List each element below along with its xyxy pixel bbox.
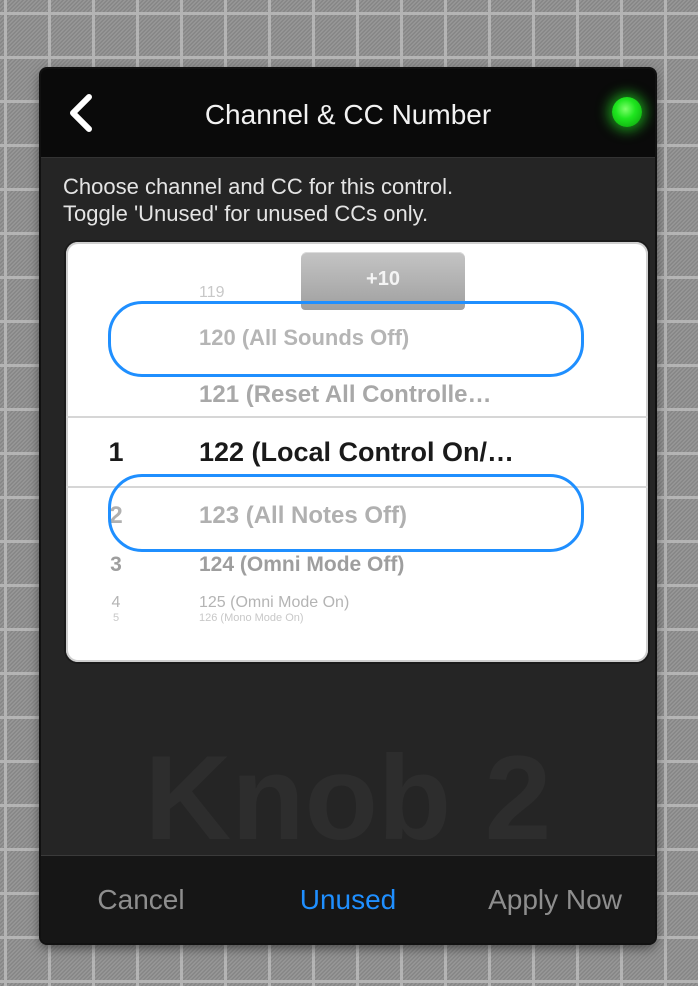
highlight-ring-all-notes-off xyxy=(108,474,584,552)
picker-row-selected[interactable]: 1 122 (Local Control On/… xyxy=(66,432,648,472)
picker-row[interactable]: 4 125 (Omni Mode On) xyxy=(66,592,648,614)
picker-row[interactable]: 5 126 (Mono Mode On) xyxy=(66,612,648,624)
picker-row[interactable]: 121 (Reset All Controlle… xyxy=(66,378,648,412)
status-led-icon xyxy=(612,97,642,127)
dialog-header: Channel & CC Number xyxy=(41,69,655,158)
channel-value: 5 xyxy=(112,612,120,624)
background-control-label: Knob 2 xyxy=(144,731,552,865)
cc-value: 124 (Omni Mode Off) xyxy=(199,553,405,576)
apply-now-button[interactable]: Apply Now xyxy=(455,856,655,943)
instructions-line-1: Choose channel and CC for this control. xyxy=(63,174,454,199)
highlight-ring-all-sounds-off xyxy=(108,301,584,377)
channel-value: 3 xyxy=(110,553,122,576)
cc-value: 122 (Local Control On/… xyxy=(199,437,515,467)
picker-row[interactable]: 3 124 (Omni Mode Off) xyxy=(66,550,648,580)
channel-value: 1 xyxy=(108,437,124,467)
instructions-line-2: Toggle 'Unused' for unused CCs only. xyxy=(63,201,429,226)
cancel-button[interactable]: Cancel xyxy=(41,856,241,943)
channel-value: 4 xyxy=(111,594,121,611)
back-button[interactable] xyxy=(59,91,103,135)
cc-value: 125 (Omni Mode On) xyxy=(199,594,350,611)
channel-cc-dialog: Channel & CC Number Choose channel and C… xyxy=(41,69,655,943)
channel-cc-picker[interactable]: +10 119 120 (All Sounds Off) 121 (Reset … xyxy=(66,242,648,662)
cc-value: 126 (Mono Mode On) xyxy=(199,612,304,624)
dialog-title: Channel & CC Number xyxy=(204,99,492,130)
cc-value: 121 (Reset All Controlle… xyxy=(199,381,492,408)
unused-toggle-button[interactable]: Unused xyxy=(241,856,455,943)
instructions-text: Choose channel and CC for this control. … xyxy=(63,173,643,227)
chevron-left-icon xyxy=(70,94,92,132)
dialog-footer: Cancel Unused Apply Now xyxy=(41,855,655,943)
